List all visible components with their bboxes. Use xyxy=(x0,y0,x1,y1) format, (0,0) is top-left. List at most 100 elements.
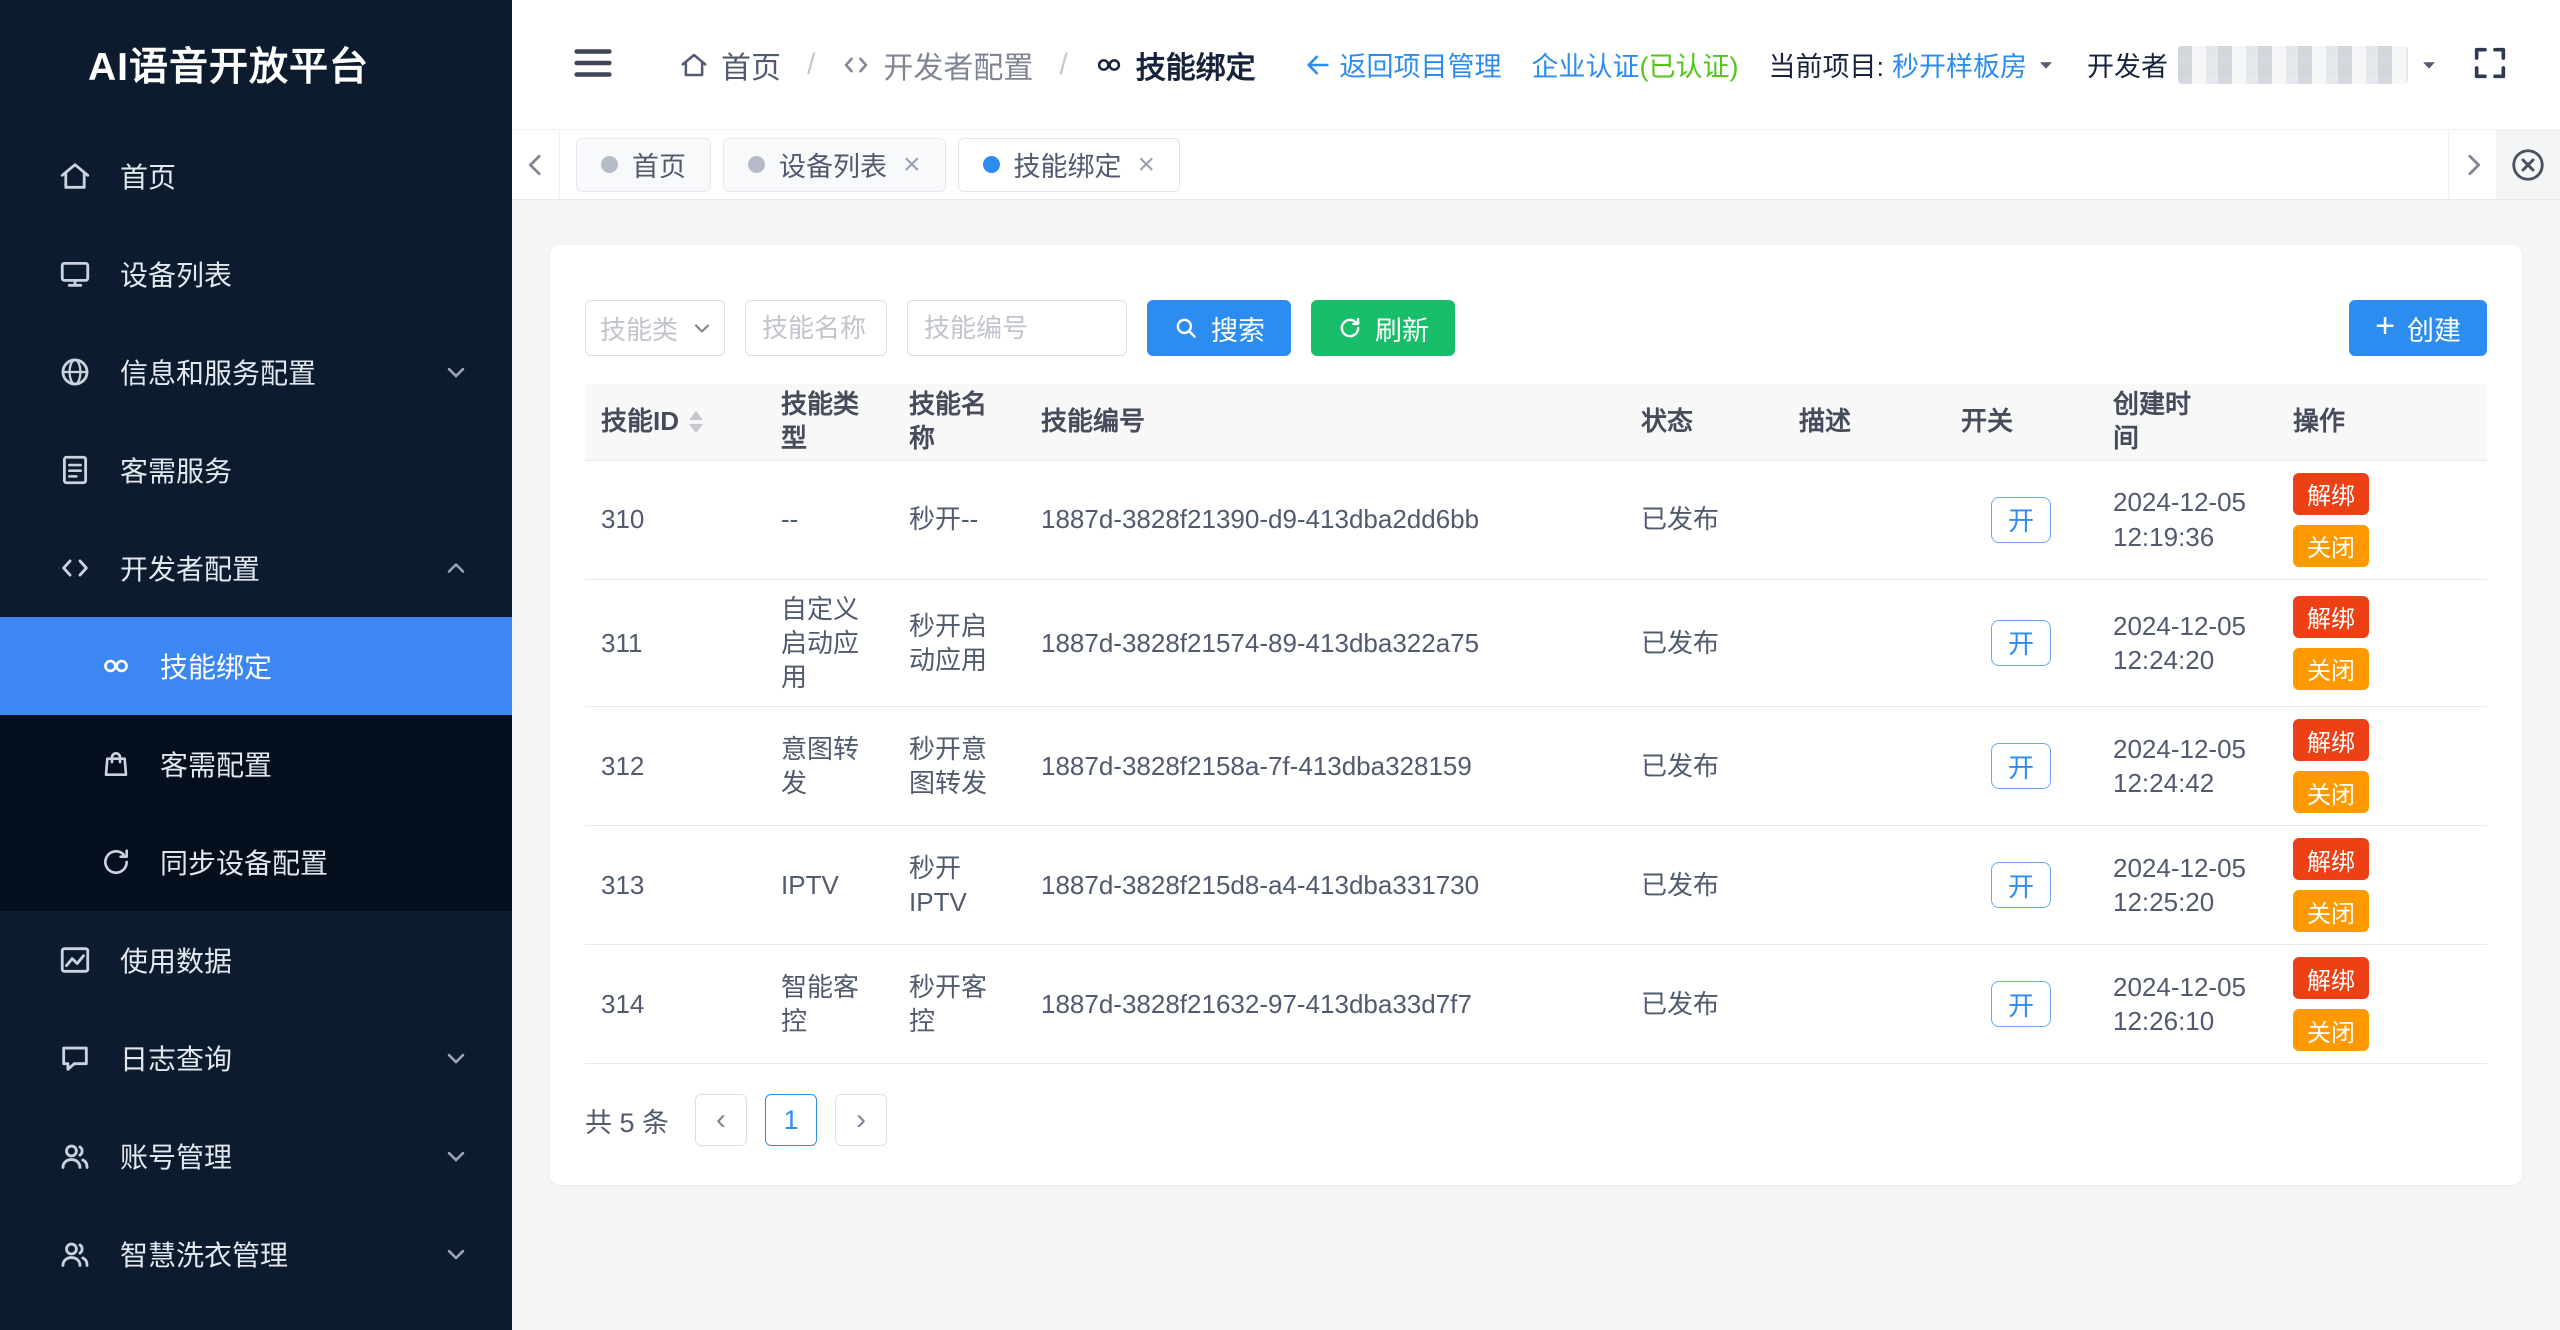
close-skill-button[interactable]: 关闭 xyxy=(2293,771,2369,813)
column-label: 技能编号 xyxy=(1041,406,1145,436)
skill-code-input[interactable] xyxy=(907,300,1127,356)
unbind-button[interactable]: 解绑 xyxy=(2293,473,2369,515)
sidebar-item-account-management[interactable]: 账号管理 xyxy=(0,1107,512,1205)
close-skill-button[interactable]: 关闭 xyxy=(2293,525,2369,567)
unbind-button[interactable]: 解绑 xyxy=(2293,957,2369,999)
infinity-icon xyxy=(1094,50,1124,80)
enterprise-cert-link[interactable]: 企业认证(已认证) xyxy=(1532,45,1739,84)
sidebar-item-customer-config[interactable]: 客需配置 xyxy=(0,715,512,813)
unbind-button[interactable]: 解绑 xyxy=(2293,719,2369,761)
current-project-label: 当前项目: xyxy=(1768,45,1884,84)
sidebar-item-usage-data[interactable]: 使用数据 xyxy=(0,911,512,1009)
close-circle-icon xyxy=(2509,146,2547,184)
refresh-button[interactable]: 刷新 xyxy=(1311,300,1455,356)
monitor-icon xyxy=(58,257,92,291)
switch-on-button[interactable]: 开 xyxy=(1991,981,2051,1027)
sidebar-item-info-service-config[interactable]: 信息和服务配置 xyxy=(0,323,512,421)
unbind-button[interactable]: 解绑 xyxy=(2293,596,2369,638)
cell-actions: 解绑 关闭 xyxy=(2277,826,2487,945)
app-title: AI语音开放平台 xyxy=(0,0,512,127)
close-icon[interactable]: × xyxy=(903,150,921,180)
breadcrumb-label: 开发者配置 xyxy=(883,43,1033,87)
hamburger-menu-button[interactable] xyxy=(567,39,619,91)
breadcrumb-label: 技能绑定 xyxy=(1136,43,1256,87)
tab-status-dot xyxy=(983,156,1000,173)
cell-switch: 开 xyxy=(1945,460,2097,579)
prev-page-button[interactable]: ‹ xyxy=(695,1094,747,1146)
column-header-status: 状态 xyxy=(1625,384,1783,460)
chevron-down-icon xyxy=(2035,54,2057,76)
next-page-button[interactable]: › xyxy=(835,1094,887,1146)
cell-switch: 开 xyxy=(1945,826,2097,945)
cell-skill-id: 314 xyxy=(585,945,765,1064)
create-button[interactable]: + 创建 xyxy=(2349,300,2487,356)
page-1-button[interactable]: 1 xyxy=(765,1094,817,1146)
breadcrumb-home[interactable]: 首页 xyxy=(679,43,781,87)
switch-on-button[interactable]: 开 xyxy=(1991,862,2051,908)
chevron-down-icon xyxy=(690,316,714,340)
sidebar-item-log-query[interactable]: 日志查询 xyxy=(0,1009,512,1107)
column-label: 开关 xyxy=(1961,406,2013,436)
sidebar-item-skill-binding[interactable]: 技能绑定 xyxy=(0,617,512,715)
sort-control[interactable] xyxy=(689,411,703,433)
sidebar-item-label: 账号管理 xyxy=(120,1136,442,1176)
return-project-link[interactable]: 返回项目管理 xyxy=(1304,45,1502,84)
column-label: 创建时间 xyxy=(2113,388,2197,456)
cert-label: 企业认证 xyxy=(1532,52,1640,82)
breadcrumb-developer-config[interactable]: 开发者配置 xyxy=(841,43,1033,87)
cell-skill-name: 秒开启动应用 xyxy=(893,579,1025,707)
chart-icon xyxy=(58,943,92,977)
sidebar-item-smart-laundry[interactable]: 智慧洗衣管理 xyxy=(0,1205,512,1303)
filter-toolbar: 技能类 搜索 刷新 + 创建 xyxy=(585,300,2487,356)
switch-on-button[interactable]: 开 xyxy=(1991,620,2051,666)
tab-home[interactable]: 首页 xyxy=(576,138,711,192)
sidebar-item-device-list[interactable]: 设备列表 xyxy=(0,225,512,323)
close-skill-button[interactable]: 关闭 xyxy=(2293,1009,2369,1051)
skill-type-select[interactable]: 技能类 xyxy=(585,300,725,356)
sidebar-item-label: 开发者配置 xyxy=(120,548,442,588)
close-skill-button[interactable]: 关闭 xyxy=(2293,648,2369,690)
cell-actions: 解绑 关闭 xyxy=(2277,460,2487,579)
tab-device-list[interactable]: 设备列表 × xyxy=(723,138,946,192)
current-project-dropdown[interactable]: 当前项目: 秒开样板房 xyxy=(1768,45,2057,84)
cell-actions: 解绑 关闭 xyxy=(2277,945,2487,1064)
tab-skill-binding[interactable]: 技能绑定 × xyxy=(958,138,1181,192)
tabs-scroll-right-button[interactable] xyxy=(2448,130,2496,199)
skill-type-select-placeholder: 技能类 xyxy=(600,310,678,347)
tabs-scroll-left-button[interactable] xyxy=(512,130,560,199)
column-label: 技能类型 xyxy=(781,389,859,453)
close-skill-button[interactable]: 关闭 xyxy=(2293,890,2369,932)
cell-created-time: 2024-12-05 12:19:36 xyxy=(2097,460,2277,579)
sidebar-item-label: 首页 xyxy=(120,156,470,196)
fullscreen-button[interactable] xyxy=(2470,43,2510,86)
tab-label: 设备列表 xyxy=(779,145,887,184)
column-header-skill-id: 技能ID xyxy=(585,384,765,460)
sidebar-item-label: 客需配置 xyxy=(160,744,470,784)
sidebar-item-home[interactable]: 首页 xyxy=(0,127,512,225)
unbind-button[interactable]: 解绑 xyxy=(2293,838,2369,880)
skill-name-input[interactable] xyxy=(745,300,887,356)
switch-on-button[interactable]: 开 xyxy=(1991,743,2051,789)
column-header-switch: 开关 xyxy=(1945,384,2097,460)
chevron-left-icon: ‹ xyxy=(716,1103,726,1137)
cell-actions: 解绑 关闭 xyxy=(2277,579,2487,707)
sidebar-item-sync-device-config[interactable]: 同步设备配置 xyxy=(0,813,512,911)
switch-on-button[interactable]: 开 xyxy=(1991,497,2051,543)
cell-description xyxy=(1783,707,1945,826)
home-icon xyxy=(679,50,709,80)
sidebar-item-customer-service[interactable]: 客需服务 xyxy=(0,421,512,519)
chat-icon xyxy=(58,1041,92,1075)
close-all-tabs-button[interactable] xyxy=(2496,130,2560,199)
total-count: 共 5 条 xyxy=(585,1101,669,1140)
cell-skill-id: 312 xyxy=(585,707,765,826)
current-project-value: 秒开样板房 xyxy=(1892,45,2027,84)
sidebar-item-label: 设备列表 xyxy=(120,254,470,294)
chevron-down-icon xyxy=(2418,54,2440,76)
close-icon[interactable]: × xyxy=(1138,150,1156,180)
search-button[interactable]: 搜索 xyxy=(1147,300,1291,356)
breadcrumb-label: 首页 xyxy=(721,43,781,87)
sidebar-item-developer-config[interactable]: 开发者配置 xyxy=(0,519,512,617)
table-row: 312 意图转发 秒开意图转发 1887d-3828f2158a-7f-413d… xyxy=(585,707,2487,826)
users-icon xyxy=(58,1139,92,1173)
developer-dropdown[interactable]: 开发者 xyxy=(2087,45,2440,84)
